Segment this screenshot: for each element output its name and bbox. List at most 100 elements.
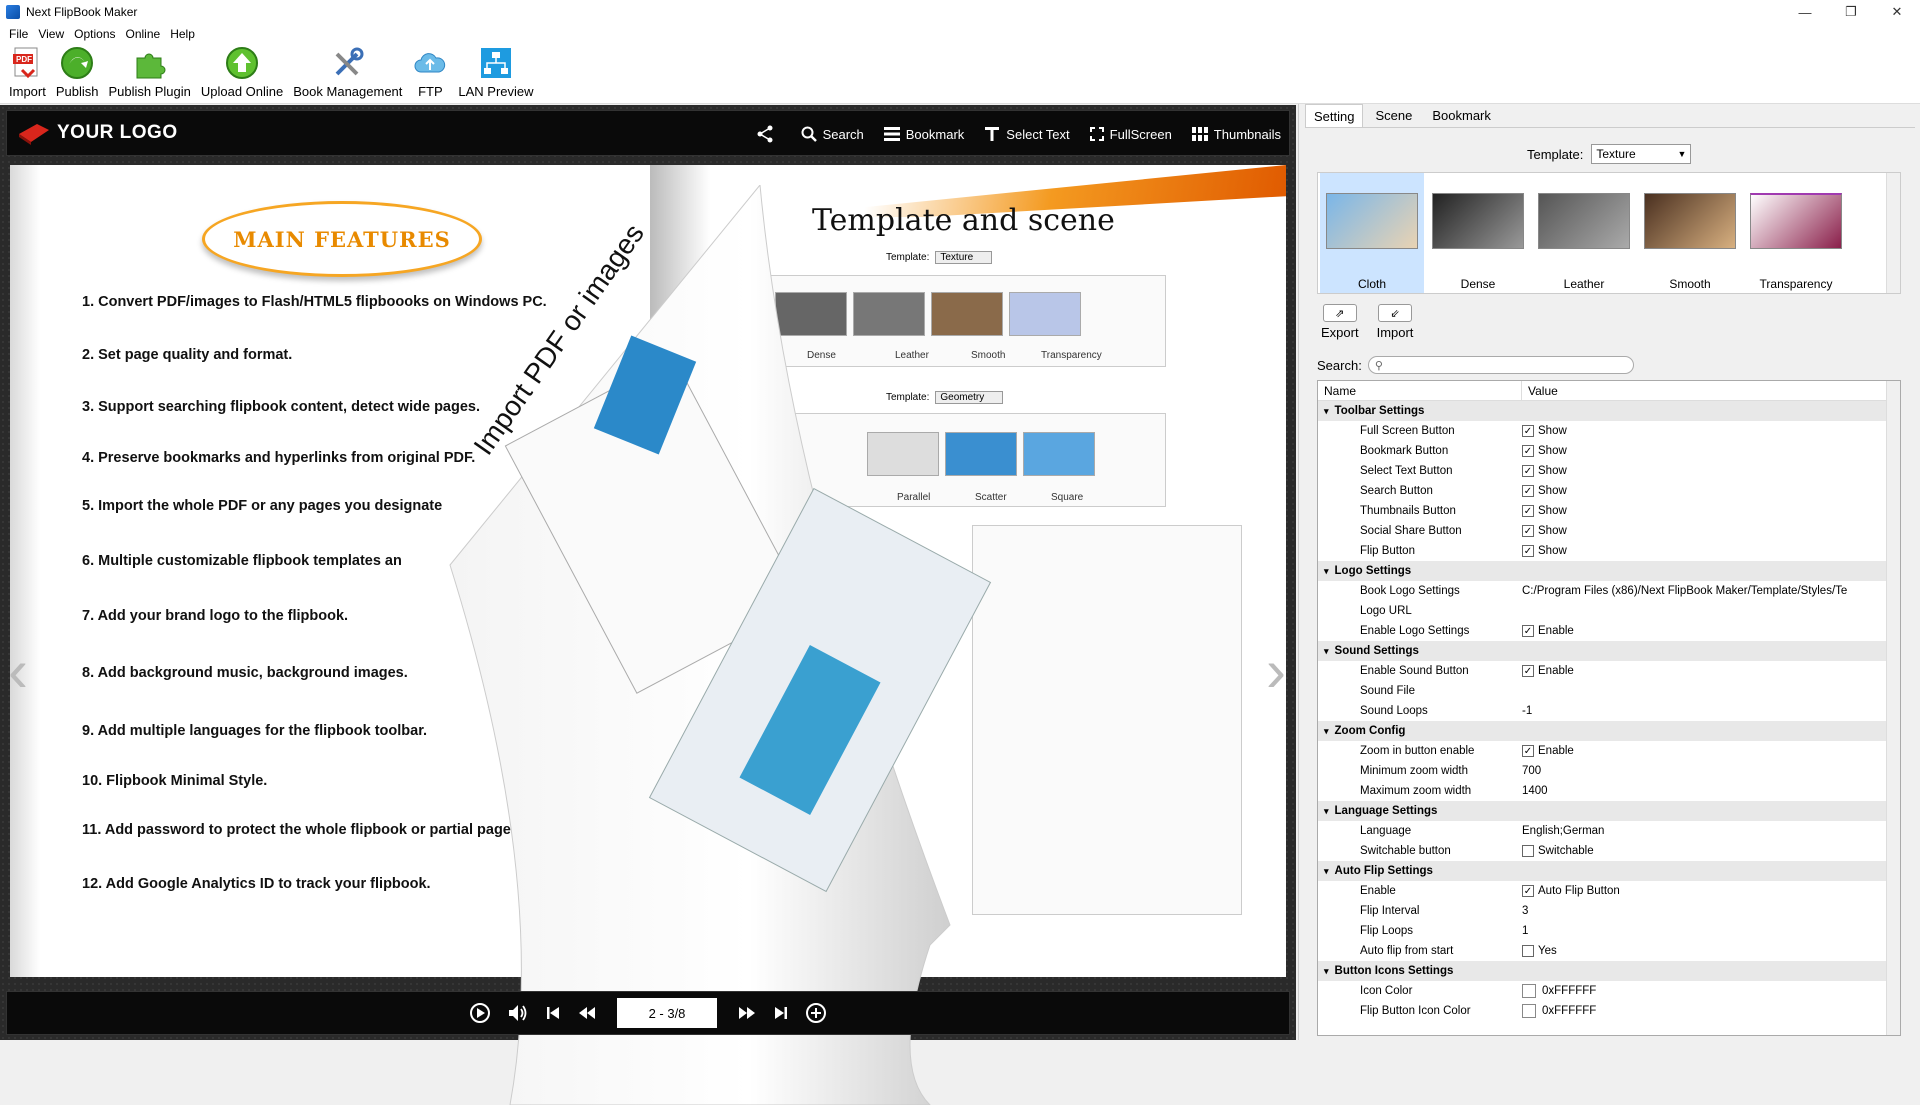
property-row[interactable]: Sound Loops -1 <box>1318 701 1888 721</box>
collapse-icon[interactable]: ▾ <box>1324 866 1329 877</box>
property-category[interactable]: ▾ Logo Settings <box>1318 561 1888 581</box>
import-settings-button[interactable]: ⇙ Import <box>1377 304 1413 340</box>
next-page-arrow[interactable]: › <box>1262 625 1290 715</box>
property-row[interactable]: Social Share Button ✓ Show <box>1318 521 1888 541</box>
ftp-button[interactable]: FTP <box>407 45 453 103</box>
menu-help[interactable]: Help <box>165 27 200 41</box>
property-value[interactable]: 0xFFFFFF <box>1522 984 1596 998</box>
menu-options[interactable]: Options <box>69 27 120 41</box>
tab-setting[interactable]: Setting <box>1305 104 1364 127</box>
export-button[interactable]: ⇗ Export <box>1321 304 1359 340</box>
template-select[interactable]: Texture ▼ <box>1591 144 1692 164</box>
property-value[interactable]: ✓ Enable <box>1522 745 1574 757</box>
property-value[interactable]: Yes <box>1522 945 1557 957</box>
tab-bookmark[interactable]: Bookmark <box>1424 104 1499 127</box>
property-value[interactable]: 0xFFFFFF <box>1522 1004 1596 1018</box>
tab-scene[interactable]: Scene <box>1367 104 1420 127</box>
prev-page-button[interactable] <box>577 1005 597 1021</box>
checkbox[interactable]: ✓ <box>1522 525 1534 537</box>
thumbnail-dense[interactable]: Dense <box>1426 173 1530 293</box>
menu-view[interactable]: View <box>33 27 69 41</box>
publish-button[interactable]: Publish <box>51 45 104 103</box>
property-value[interactable]: ✓ Show <box>1522 525 1567 537</box>
collapse-icon[interactable]: ▾ <box>1324 646 1329 657</box>
search-button[interactable]: Search <box>801 126 864 142</box>
property-row[interactable]: Switchable button Switchable <box>1318 841 1888 861</box>
property-row[interactable]: Minimum zoom width 700 <box>1318 761 1888 781</box>
property-value[interactable]: ✓ Auto Flip Button <box>1522 885 1620 897</box>
property-value[interactable]: ✓ Show <box>1522 425 1567 437</box>
fullscreen-button[interactable]: FullScreen <box>1089 127 1172 142</box>
property-value[interactable]: ✓ Show <box>1522 505 1567 517</box>
property-value[interactable]: C:/Program Files (x86)/Next FlipBook Mak… <box>1522 585 1847 597</box>
share-button[interactable] <box>755 124 781 144</box>
property-row[interactable]: Flip Loops 1 <box>1318 921 1888 941</box>
collapse-icon[interactable]: ▾ <box>1324 806 1329 817</box>
sound-button[interactable] <box>507 1003 529 1023</box>
property-value[interactable]: ✓ Show <box>1522 445 1567 457</box>
thumbnail-smooth[interactable]: Smooth <box>1638 173 1742 293</box>
property-value[interactable]: ✓ Show <box>1522 485 1567 497</box>
property-grid-scrollbar[interactable] <box>1886 381 1900 1035</box>
property-value[interactable]: ✓ Enable <box>1522 625 1574 637</box>
property-category[interactable]: ▾ Button Icons Settings <box>1318 961 1888 981</box>
checkbox[interactable]: ✓ <box>1522 485 1534 497</box>
property-value[interactable]: -1 <box>1522 705 1532 717</box>
property-row[interactable]: Full Screen Button ✓ Show <box>1318 421 1888 441</box>
checkbox[interactable]: ✓ <box>1522 505 1534 517</box>
property-value[interactable]: 3 <box>1522 905 1528 917</box>
checkbox[interactable]: ✓ <box>1522 465 1534 477</box>
checkbox[interactable]: ✓ <box>1522 625 1534 637</box>
property-category[interactable]: ▾ Zoom Config <box>1318 721 1888 741</box>
lan-preview-button[interactable]: LAN Preview <box>453 45 538 103</box>
property-row[interactable]: Search Button ✓ Show <box>1318 481 1888 501</box>
checkbox[interactable]: ✓ <box>1522 885 1534 897</box>
property-row[interactable]: Flip Interval 3 <box>1318 901 1888 921</box>
property-row[interactable]: Zoom in button enable ✓ Enable <box>1318 741 1888 761</box>
next-page-button[interactable] <box>737 1005 757 1021</box>
last-page-button[interactable] <box>773 1005 789 1021</box>
color-swatch[interactable] <box>1522 1004 1536 1018</box>
checkbox[interactable]: ✓ <box>1522 665 1534 677</box>
collapse-icon[interactable]: ▾ <box>1324 966 1329 977</box>
property-category[interactable]: ▾ Sound Settings <box>1318 641 1888 661</box>
property-row[interactable]: Enable Sound Button ✓ Enable <box>1318 661 1888 681</box>
property-category[interactable]: ▾ Auto Flip Settings <box>1318 861 1888 881</box>
property-row[interactable]: Sound File <box>1318 681 1888 701</box>
collapse-icon[interactable]: ▾ <box>1324 726 1329 737</box>
import-button[interactable]: PDF Import <box>4 45 51 103</box>
thumbnail-leather[interactable]: Leather <box>1532 173 1636 293</box>
property-row[interactable]: Icon Color 0xFFFFFF <box>1318 981 1888 1001</box>
property-row[interactable]: Bookmark Button ✓ Show <box>1318 441 1888 461</box>
close-button[interactable]: ✕ <box>1874 0 1920 24</box>
book-management-button[interactable]: Book Management <box>288 45 407 103</box>
collapse-icon[interactable]: ▾ <box>1324 566 1329 577</box>
checkbox[interactable]: ✓ <box>1522 445 1534 457</box>
color-swatch[interactable] <box>1522 984 1536 998</box>
prev-page-arrow[interactable]: ‹ <box>4 625 32 715</box>
upload-online-button[interactable]: Upload Online <box>196 45 288 103</box>
property-row[interactable]: Enable Logo Settings ✓ Enable <box>1318 621 1888 641</box>
property-row[interactable]: Thumbnails Button ✓ Show <box>1318 501 1888 521</box>
collapse-icon[interactable]: ▾ <box>1324 406 1329 417</box>
zoom-in-button[interactable] <box>805 1002 827 1024</box>
minimize-button[interactable]: — <box>1782 0 1828 24</box>
maximize-button[interactable]: ❐ <box>1828 0 1874 24</box>
checkbox[interactable] <box>1522 945 1534 957</box>
checkbox[interactable]: ✓ <box>1522 425 1534 437</box>
property-value[interactable]: English;German <box>1522 825 1604 837</box>
checkbox[interactable]: ✓ <box>1522 745 1534 757</box>
property-row[interactable]: Language English;German <box>1318 821 1888 841</box>
page-indicator[interactable]: 2 - 3/8 <box>617 998 717 1028</box>
select-text-button[interactable]: Select Text <box>984 126 1070 142</box>
menu-online[interactable]: Online <box>121 27 166 41</box>
thumbnails-button[interactable]: Thumbnails <box>1191 127 1281 142</box>
thumbnail-transparency[interactable]: Transparency <box>1744 173 1848 293</box>
property-row[interactable]: Select Text Button ✓ Show <box>1318 461 1888 481</box>
property-category[interactable]: ▾ Language Settings <box>1318 801 1888 821</box>
property-value[interactable]: Switchable <box>1522 845 1594 857</box>
property-row[interactable]: Maximum zoom width 1400 <box>1318 781 1888 801</box>
checkbox[interactable] <box>1522 845 1534 857</box>
property-row[interactable]: Book Logo Settings C:/Program Files (x86)… <box>1318 581 1888 601</box>
property-value[interactable]: 1 <box>1522 925 1528 937</box>
